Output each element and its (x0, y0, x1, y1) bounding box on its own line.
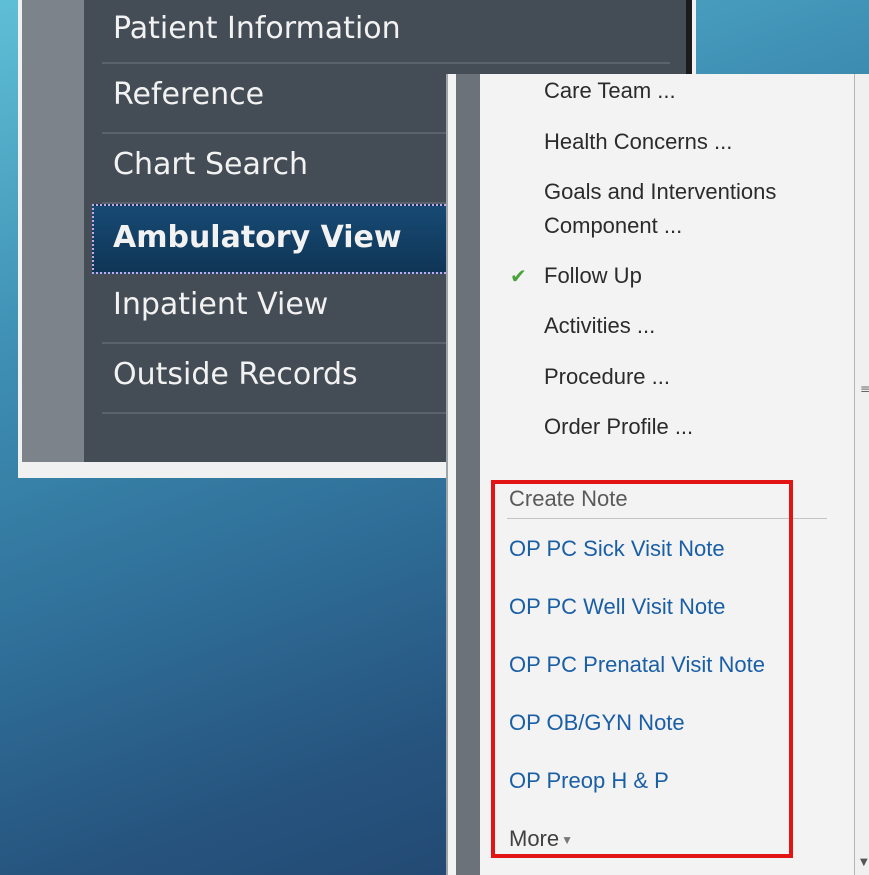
nav-item-patient-information[interactable]: Patient Information (102, 0, 670, 64)
menu-item-order-profile[interactable]: Order Profile ... (544, 414, 693, 440)
menu-item-health-concerns[interactable]: Health Concerns ... (544, 129, 732, 155)
create-note-highlight-box (491, 480, 793, 858)
menu-gutter (456, 74, 480, 875)
menu-item-activities[interactable]: Activities ... (544, 313, 655, 339)
scroll-down-icon[interactable]: ▼ (860, 857, 868, 868)
menu-item-goals-interventions[interactable]: Goals and Interventions (544, 179, 776, 205)
navigation-gutter (22, 0, 84, 462)
check-icon: ✔ (510, 264, 527, 288)
menu-scrollbar[interactable]: ≡ ▼ (855, 74, 869, 875)
menu-item-procedure[interactable]: Procedure ... (544, 364, 670, 390)
menu-item-care-team[interactable]: Care Team ... (544, 78, 676, 104)
menu-item-component[interactable]: Component ... (544, 213, 682, 239)
scroll-grip-icon[interactable]: ≡ (860, 382, 869, 396)
menu-item-follow-up[interactable]: Follow Up (544, 263, 642, 289)
